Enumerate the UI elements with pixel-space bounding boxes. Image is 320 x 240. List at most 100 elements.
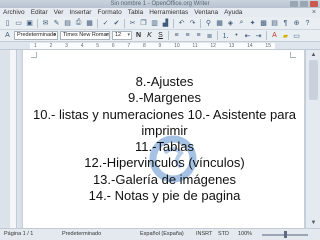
ruler-mark: 5 xyxy=(96,43,100,49)
menu-tabla[interactable]: Tabla xyxy=(128,9,144,16)
print-icon[interactable]: ⎙ xyxy=(74,19,83,28)
close-document-button[interactable]: × xyxy=(312,9,316,16)
underline-icon[interactable]: S xyxy=(156,31,165,40)
toolbar-separator xyxy=(37,18,38,28)
styles-formatting-icon[interactable]: A xyxy=(3,31,12,40)
ruler-mark: 2 xyxy=(49,43,53,49)
window-controls xyxy=(290,0,318,8)
find-replace-icon[interactable]: ⌕ xyxy=(237,19,246,28)
bullets-icon[interactable]: • xyxy=(232,31,241,40)
menu-herramientas[interactable]: Herramientas xyxy=(149,9,188,16)
open-folder-icon[interactable]: ▭ xyxy=(14,19,23,28)
numbering-icon[interactable]: ⒈ xyxy=(221,31,230,40)
table-icon[interactable]: ▦ xyxy=(215,19,224,28)
minimize-button[interactable] xyxy=(290,1,298,7)
increase-indent-icon[interactable]: ⇥ xyxy=(254,31,263,40)
text-line[interactable]: 9.-Margenes xyxy=(23,90,306,106)
text-line[interactable]: 8.-Ajustes xyxy=(23,74,306,90)
menu-ventana[interactable]: Ventana xyxy=(194,9,218,16)
navigator-icon[interactable]: ✦ xyxy=(248,19,257,28)
new-document-icon[interactable]: ▯ xyxy=(3,19,12,28)
align-center-icon[interactable]: ≡ xyxy=(183,31,192,40)
bold-icon[interactable]: N xyxy=(134,31,143,40)
email-icon[interactable]: ✉ xyxy=(41,19,50,28)
text-line[interactable]: imprimir xyxy=(23,123,306,139)
menu-insertar[interactable]: Insertar xyxy=(69,9,91,16)
help-icon[interactable]: ? xyxy=(303,19,312,28)
export-pdf-icon[interactable]: ▤ xyxy=(63,19,72,28)
text-line[interactable]: 13.-Galería de imágenes xyxy=(23,172,306,188)
font-size-select[interactable]: 12 xyxy=(112,31,132,40)
vertical-ruler[interactable] xyxy=(10,50,17,228)
ruler-mark: 15 xyxy=(265,43,271,49)
text-line[interactable]: 14.- Notas y pie de pagina xyxy=(23,188,306,204)
text-line[interactable]: 12.-Hipervinculos (vínculos) xyxy=(23,155,306,171)
undo-icon[interactable]: ↶ xyxy=(177,19,186,28)
copy-icon[interactable]: ❐ xyxy=(139,19,148,28)
ruler-mark: 12 xyxy=(210,43,216,49)
selection-mode[interactable]: STD xyxy=(218,229,229,240)
menu-ayuda[interactable]: Ayuda xyxy=(224,9,242,16)
clone-format-icon[interactable]: ▟ xyxy=(161,19,170,28)
highlight-icon[interactable]: ▰ xyxy=(281,31,290,40)
toolbar-separator xyxy=(124,18,125,28)
redo-icon[interactable]: ↷ xyxy=(188,19,197,28)
paste-icon[interactable]: ▥ xyxy=(150,19,159,28)
page-preview-icon[interactable]: ▦ xyxy=(85,19,94,28)
italic-icon[interactable]: K xyxy=(145,31,154,40)
zoom-slider-handle[interactable] xyxy=(283,231,287,238)
scroll-up-icon[interactable]: ▲ xyxy=(309,51,318,59)
maximize-button[interactable] xyxy=(300,1,308,7)
vertical-scrollbar[interactable]: ▲ ▼ xyxy=(305,50,320,228)
menu-formato[interactable]: Formato xyxy=(97,9,121,16)
align-right-icon[interactable]: ≡ xyxy=(194,31,203,40)
menu-bar: Archivo Editar Ver Insertar Formato Tabl… xyxy=(0,8,320,17)
text-line[interactable]: 11.-Tablas xyxy=(23,139,306,155)
scrollbar-thumb[interactable] xyxy=(309,60,318,100)
save-icon[interactable]: ▣ xyxy=(25,19,34,28)
standard-toolbar: ▯ ▭ ▣ ✉ ✎ ▤ ⎙ ▦ ✓ ✔ ✂ ❐ ▥ ▟ ↶ ↷ ⚲ ▦ ◈ ⌕ … xyxy=(0,17,320,30)
show-draw-icon[interactable]: ◈ xyxy=(226,19,235,28)
horizontal-ruler[interactable]: 1 2 3 4 5 6 7 8 9 10 11 12 13 14 15 xyxy=(0,42,320,50)
text-boundary-corner xyxy=(31,52,37,58)
text-line[interactable]: 10.- listas y numeraciones 10.- Asistent… xyxy=(23,107,306,123)
page-style[interactable]: Predeterminado xyxy=(62,229,101,240)
zoom-level[interactable]: 100% xyxy=(238,229,252,240)
ruler-mark: 13 xyxy=(228,43,235,49)
zoom-icon[interactable]: ⊕ xyxy=(292,19,301,28)
menu-editar[interactable]: Editar xyxy=(31,9,48,16)
menu-archivo[interactable]: Archivo xyxy=(3,9,25,16)
data-sources-icon[interactable]: ▤ xyxy=(270,19,279,28)
align-left-icon[interactable]: ≡ xyxy=(172,31,181,40)
document-page[interactable]: 8.-Ajustes 9.-Margenes 10.- listas y num… xyxy=(22,50,305,228)
toolbar-separator xyxy=(97,18,98,28)
hyperlink-icon[interactable]: ⚲ xyxy=(204,19,213,28)
cut-icon[interactable]: ✂ xyxy=(128,19,137,28)
decrease-indent-icon[interactable]: ⇤ xyxy=(243,31,252,40)
scroll-down-icon[interactable]: ▼ xyxy=(309,219,318,227)
edit-file-icon[interactable]: ✎ xyxy=(52,19,61,28)
autospell-icon[interactable]: ✔ xyxy=(112,19,121,28)
font-color-icon[interactable]: A xyxy=(270,31,279,40)
toolbar-separator xyxy=(266,31,267,40)
menu-ver[interactable]: Ver xyxy=(54,9,64,16)
text-boundary-corner xyxy=(290,52,296,58)
toolbar-separator xyxy=(200,18,201,28)
gallery-icon[interactable]: ▩ xyxy=(259,19,268,28)
close-window-button[interactable] xyxy=(310,1,318,7)
ruler-mark: 6 xyxy=(111,43,115,49)
background-color-icon[interactable]: ▭ xyxy=(292,31,301,40)
justify-icon[interactable]: ≣ xyxy=(205,31,214,40)
nonprinting-chars-icon[interactable]: ¶ xyxy=(281,19,290,28)
insert-mode[interactable]: INSRT xyxy=(196,229,212,240)
ruler-mark: 3 xyxy=(65,43,68,49)
window-titlebar: Sin nombre 1 - OpenOffice.org Writer xyxy=(0,0,320,8)
toolbar-separator xyxy=(217,31,218,40)
ruler-mark: 10 xyxy=(174,43,180,49)
document-text[interactable]: 8.-Ajustes 9.-Margenes 10.- listas y num… xyxy=(23,74,306,204)
paragraph-style-select[interactable]: Predeterminado xyxy=(14,31,58,40)
font-name-select[interactable]: Times New Roman xyxy=(60,31,110,40)
page-count: Página 1 / 1 xyxy=(4,231,34,237)
language[interactable]: Español (España) xyxy=(140,229,184,240)
spellcheck-icon[interactable]: ✓ xyxy=(101,19,110,28)
